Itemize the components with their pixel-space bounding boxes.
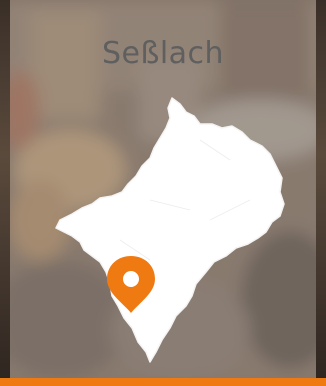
town-card[interactable]: Seßlach: [0, 0, 326, 386]
municipality-map: [55, 97, 285, 363]
municipality-outline: [55, 97, 285, 363]
accent-bar: [0, 378, 326, 386]
